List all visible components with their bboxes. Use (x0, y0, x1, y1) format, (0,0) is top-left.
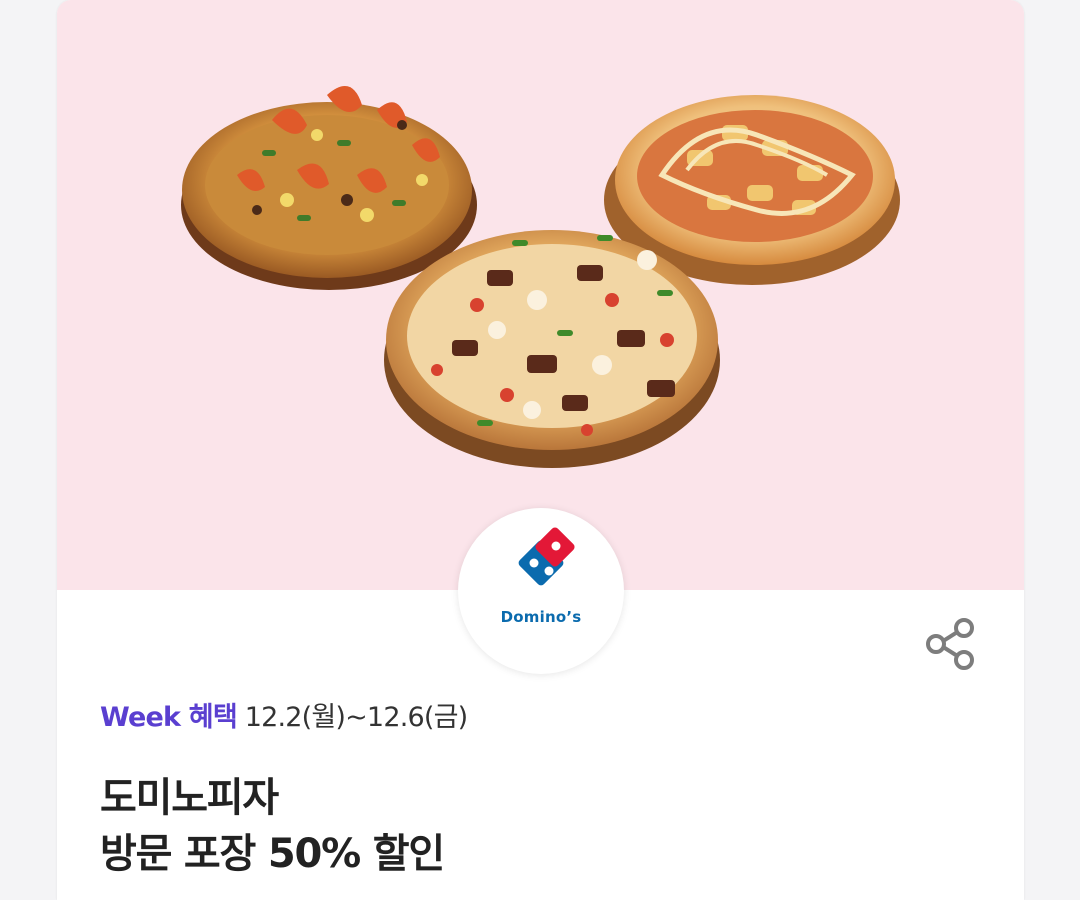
share-icon (926, 618, 974, 670)
promo-card[interactable]: Domino’s Week 혜택 12.2(월)~12.6(금) 도미노피자 방… (57, 0, 1024, 900)
promo-title: 도미노피자 방문 포장 50% 할인 (100, 770, 445, 882)
supreme-pizza-image (384, 230, 720, 468)
promo-period: Week 혜택 12.2(월)~12.6(금) (100, 700, 468, 736)
promo-title-line-2: 방문 포장 50% 할인 (100, 831, 445, 877)
week-benefit-tag: Week 혜택 (100, 702, 238, 733)
dominos-logo-icon (518, 527, 575, 586)
dominos-logo-text: Domino’s (500, 608, 582, 626)
share-button[interactable] (921, 614, 981, 674)
promo-dates: 12.2(월)~12.6(금) (244, 702, 468, 733)
promo-banner[interactable] (57, 0, 1024, 590)
dominos-logo: Domino’s (458, 508, 624, 674)
shrimp-pizza-image (181, 86, 477, 290)
promo-title-line-1: 도미노피자 (100, 775, 279, 821)
